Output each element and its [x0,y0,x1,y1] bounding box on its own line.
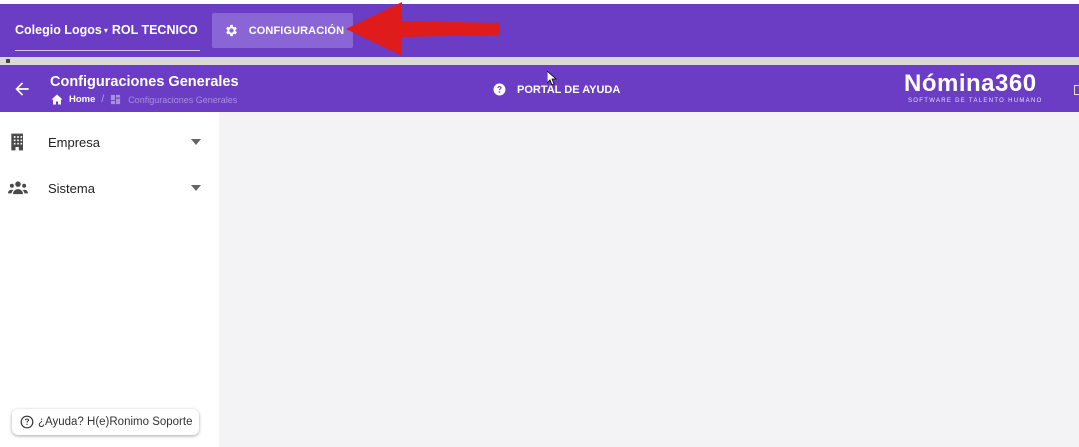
main-content [219,112,1079,447]
horizontal-scrollbar[interactable] [0,57,1079,65]
company-selector[interactable]: Colegio Logos ▾ ROL TECNICO [15,11,200,51]
logo-wordmark: Nómina360 [904,70,1037,97]
chevron-down-icon [191,185,201,191]
mouse-cursor-icon [547,71,557,86]
building-icon [11,133,23,151]
configuration-button[interactable]: CONFIGURACIÓN [211,13,353,48]
sidebar-item-label: Empresa [48,134,101,150]
breadcrumb-home[interactable]: Home [69,94,95,105]
page-header: Configuraciones Generales Home / Configu… [0,65,1079,112]
annotation-arrow [346,2,500,56]
clipped-icon[interactable] [1074,85,1079,95]
app-window: Colegio Logos ▾ ROL TECNICO CONFIGURACIÓ… [0,0,1079,447]
breadcrumb: Home / Configuraciones Generales [51,94,237,105]
configuration-label: CONFIGURACIÓN [248,24,345,37]
company-name: Colegio Logos [15,23,102,37]
brand-logo: Nómina360 SOFTWARE DE TALENTO HUMANO [904,70,1052,105]
users-icon [8,181,28,195]
breadcrumb-separator: / [101,94,105,105]
logo-tagline: SOFTWARE DE TALENTO HUMANO [908,98,1043,104]
sidebar: Empresa Sistema [0,112,219,447]
sidebar-item-sistema[interactable]: Sistema [0,168,219,208]
page-title: Configuraciones Generales [50,74,239,90]
scrollbar-thumb[interactable] [6,59,10,63]
sidebar-item-label: Sistema [48,180,95,196]
sidebar-item-empresa[interactable]: Empresa [0,122,219,162]
chevron-down-icon [191,139,201,145]
role-label: ROL TECNICO [111,23,198,37]
question-circle-icon [493,83,506,96]
home-icon [51,94,63,105]
dashboard-icon [111,94,121,105]
question-circle-icon [20,415,34,429]
help-portal-label: PORTAL DE AYUDA [517,83,621,96]
breadcrumb-current: Configuraciones Generales [128,94,238,105]
support-button[interactable]: ¿Ayuda? H(e)Ronimo Soporte [12,409,199,435]
top-app-bar: Colegio Logos ▾ ROL TECNICO CONFIGURACIÓ… [0,4,1079,57]
support-label: ¿Ayuda? H(e)Ronimo Soporte [38,416,193,428]
gear-icon [225,24,237,37]
arrow-left-icon[interactable] [12,79,32,99]
chevron-down-icon: ▾ [103,25,108,35]
